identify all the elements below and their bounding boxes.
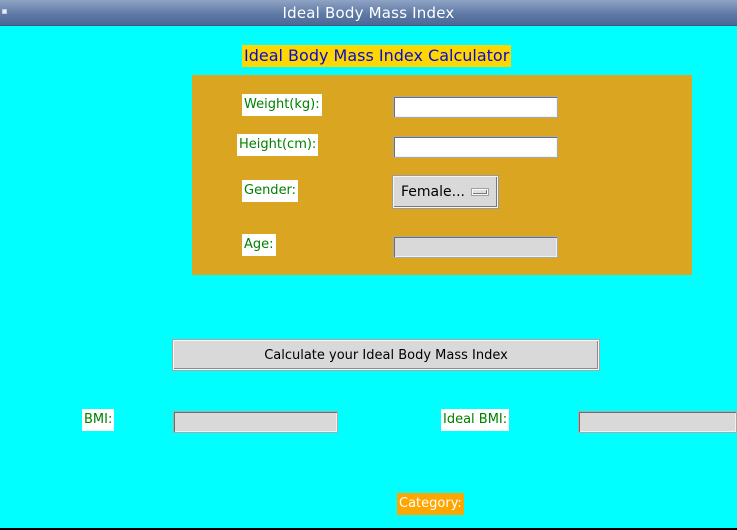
window-title: Ideal Body Mass Index — [282, 4, 455, 22]
height-input[interactable] — [393, 136, 558, 158]
ideal-bmi-label: Ideal BMI: — [441, 409, 510, 431]
age-label: Age: — [242, 234, 276, 256]
category-label: Category: — [397, 493, 464, 515]
weight-label: Weight(kg): — [242, 94, 322, 116]
page-title: Ideal Body Mass Index Calculator — [242, 45, 512, 67]
ideal-bmi-output[interactable] — [578, 411, 737, 433]
window-titlebar[interactable]: Ideal Body Mass Index — [0, 0, 737, 26]
gender-option-menu[interactable]: Female... — [393, 176, 498, 208]
gender-label: Gender: — [242, 180, 299, 202]
option-menu-indicator-icon — [472, 189, 488, 195]
bmi-output[interactable] — [173, 411, 338, 433]
gender-selected-value: Female... — [401, 184, 465, 200]
height-label: Height(cm): — [237, 134, 319, 156]
calculate-bmi-button[interactable]: Calculate your Ideal Body Mass Index — [173, 340, 599, 370]
age-input[interactable] — [393, 236, 558, 258]
bmi-label: BMI: — [82, 409, 115, 431]
weight-input[interactable] — [393, 96, 558, 118]
